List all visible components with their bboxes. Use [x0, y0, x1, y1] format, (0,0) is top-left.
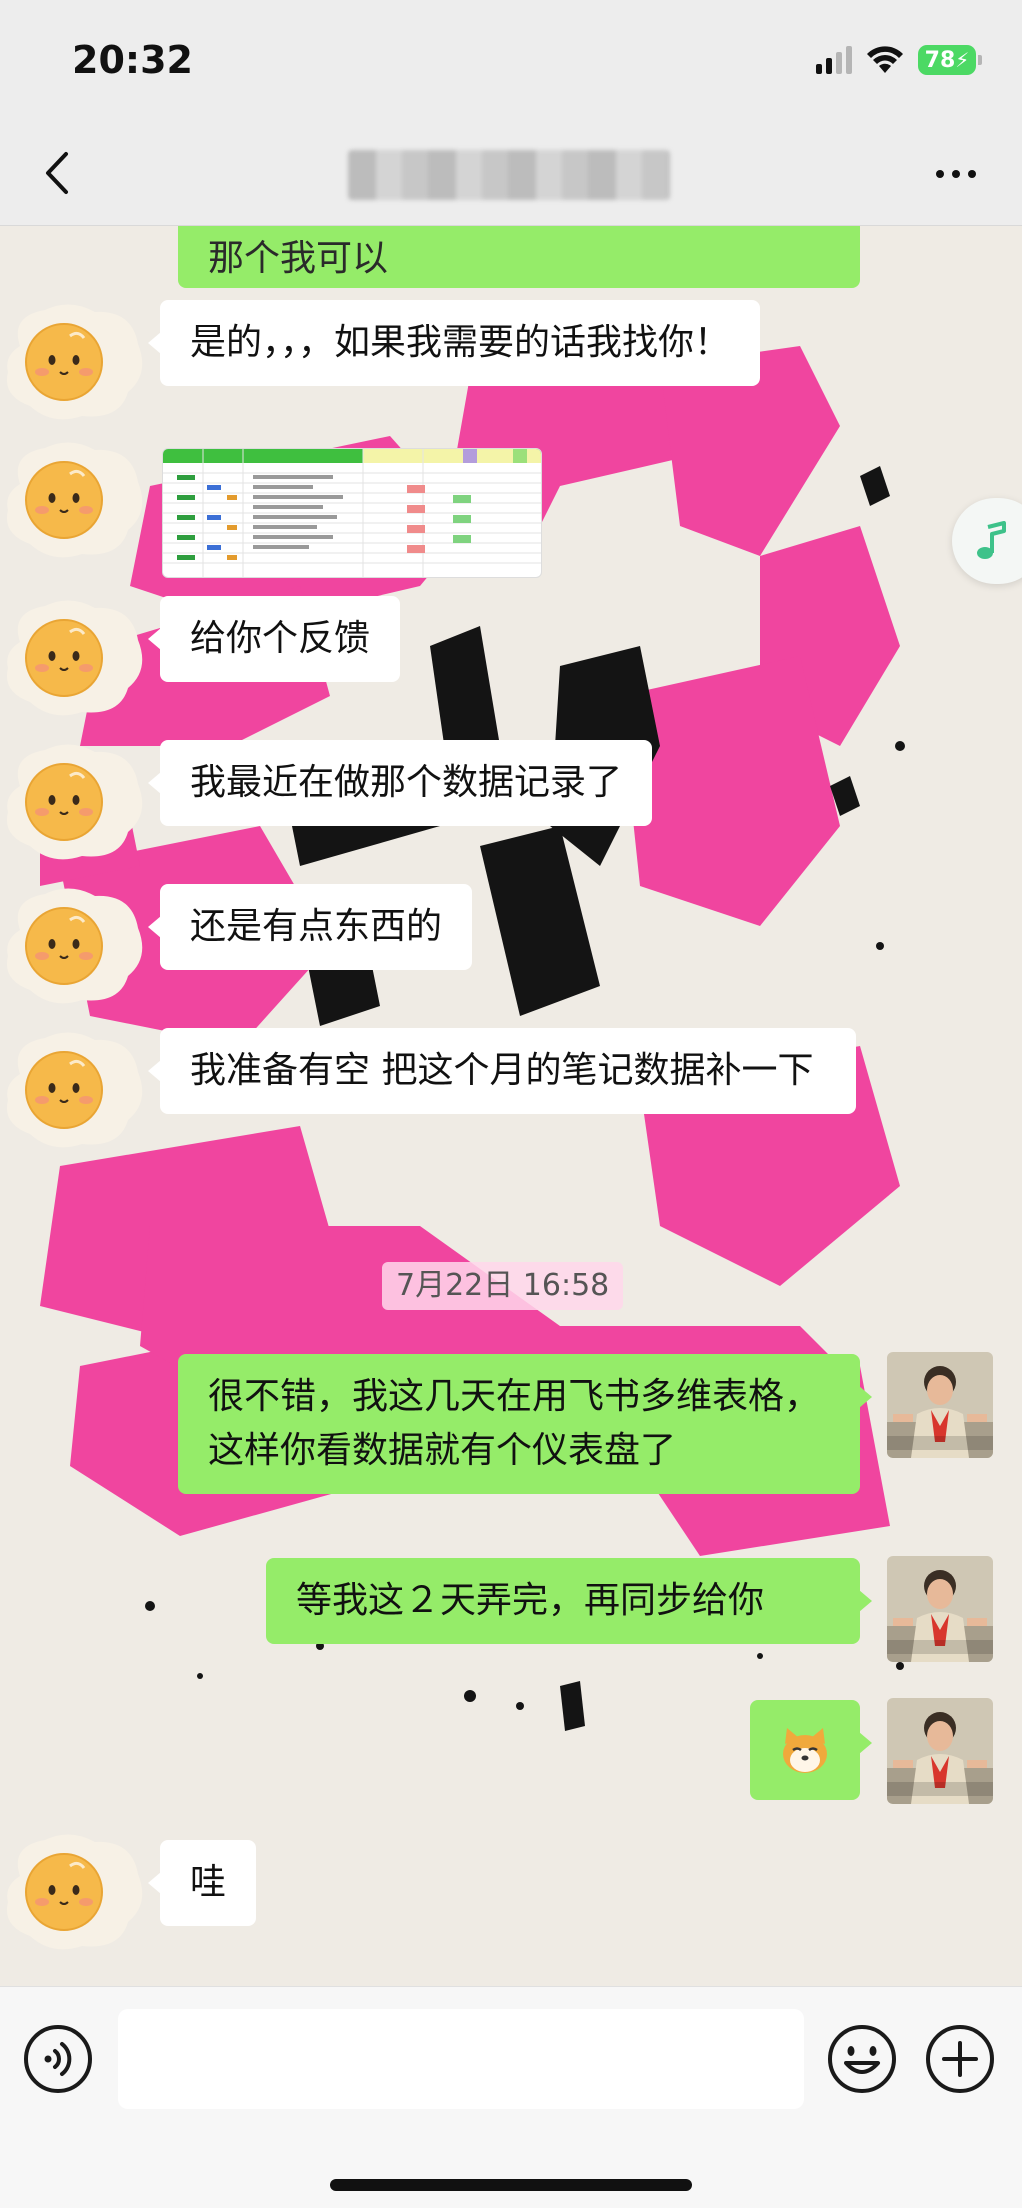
my-avatar[interactable] [887, 1698, 993, 1804]
chat-area[interactable]: 那个我可以 是的，，，如果我需要的话我找你！ 给你个反馈 我最近在做那个数据记录… [0, 226, 1022, 1986]
home-indicator[interactable] [330, 2179, 692, 2191]
my-avatar[interactable] [887, 1352, 993, 1458]
message-timestamp: 7月22日 16:58 [382, 1262, 624, 1310]
contact-avatar[interactable] [0, 592, 150, 722]
message-bubble-incoming[interactable]: 我最近在做那个数据记录了 [147, 740, 653, 826]
contact-avatar[interactable] [0, 1024, 150, 1154]
contact-avatar[interactable] [0, 434, 150, 564]
charging-bolt-icon: ⚡ [955, 48, 970, 72]
message-bubble-incoming[interactable]: 给你个反馈 [147, 596, 401, 682]
spreadsheet-thumbnail [163, 449, 541, 577]
sticker-message[interactable] [750, 1700, 872, 1800]
more-dots-icon [936, 170, 944, 178]
contact-avatar[interactable] [0, 880, 150, 1010]
status-time: 20:32 [72, 38, 193, 82]
spreadsheet-image-message[interactable] [162, 448, 542, 578]
message-input[interactable] [118, 2009, 804, 2109]
input-bar [0, 1986, 1022, 2208]
message-bubble-incoming[interactable]: 哇 [147, 1840, 257, 1926]
message-bubble-outgoing[interactable]: 那个我可以 [178, 226, 860, 288]
nav-bar [0, 120, 1022, 226]
cellular-signal-icon [816, 46, 852, 74]
message-bubble-incoming[interactable]: 我准备有空 把这个月的笔记数据补一下 [148, 1028, 856, 1114]
message-bubble-incoming[interactable]: 是的，，，如果我需要的话我找你！ [147, 300, 761, 386]
battery-icon: 78 ⚡ [918, 45, 982, 75]
voice-icon [24, 2025, 92, 2093]
contact-name-blurred[interactable] [348, 150, 670, 200]
wifi-icon [866, 45, 904, 75]
back-button[interactable] [32, 146, 82, 200]
battery-level: 78 [924, 47, 956, 73]
chevron-left-icon [46, 152, 68, 194]
message-bubble-outgoing[interactable]: 很不错，我这几天在用飞书多维表格，这样你看数据就有个仪表盘了 [178, 1354, 872, 1494]
contact-avatar[interactable] [0, 1826, 150, 1956]
more-button[interactable] [926, 156, 986, 192]
contact-avatar[interactable] [0, 296, 150, 426]
my-avatar[interactable] [887, 1556, 993, 1662]
status-icons: 78 ⚡ [816, 44, 982, 76]
contact-avatar[interactable] [0, 736, 150, 866]
emoji-icon [828, 2025, 896, 2093]
shiba-dog-emoji-icon [783, 1728, 827, 1773]
plus-button[interactable] [924, 2023, 996, 2095]
voice-button[interactable] [22, 2023, 94, 2095]
music-note-icon [977, 521, 1006, 559]
message-bubble-incoming[interactable]: 还是有点东西的 [147, 884, 473, 970]
status-bar: 20:32 78 ⚡ [0, 0, 1022, 120]
emoji-button[interactable] [826, 2023, 898, 2095]
message-bubble-outgoing[interactable]: 等我这２天弄完，再同步给你 [266, 1558, 872, 1644]
plus-icon [926, 2025, 994, 2093]
